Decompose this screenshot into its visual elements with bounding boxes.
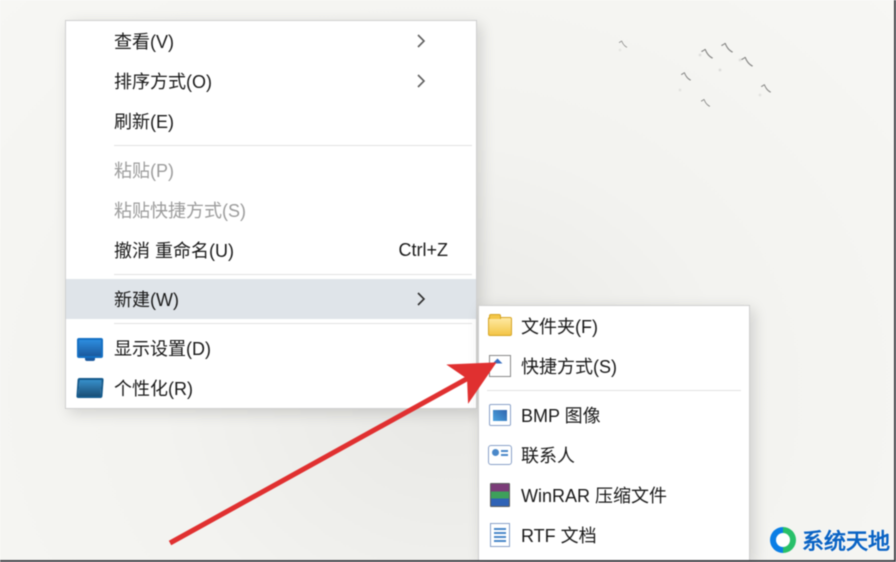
bird-decoration: ㄟ — [699, 43, 715, 64]
menu-personalize[interactable]: 个性化(R) — [66, 368, 476, 408]
chevron-right-icon — [416, 34, 476, 48]
menu-paste-label: 粘贴(P) — [114, 157, 416, 183]
menu-undo-shortcut: Ctrl+Z — [399, 240, 477, 261]
menu-new-label: 新建(W) — [114, 286, 416, 312]
submenu-rtf-label: RTF 文档 — [521, 522, 749, 548]
menu-undo-rename-label: 撤消 重命名(U) — [114, 237, 399, 263]
menu-paste-shortcut-label: 粘贴快捷方式(S) — [114, 197, 416, 223]
bird-decoration: ㄟ — [679, 68, 692, 86]
submenu-shortcut-label: 快捷方式(S) — [521, 353, 749, 379]
personalize-icon — [76, 378, 103, 398]
contact-card-icon — [488, 445, 512, 465]
bird-decoration: ㄟ — [617, 36, 628, 52]
watermark-text: 系统天地 — [802, 524, 890, 556]
menu-paste-shortcut: 粘贴快捷方式(S) — [66, 190, 476, 230]
submenu-folder[interactable]: 文件夹(F) — [479, 306, 749, 346]
menu-separator — [487, 390, 741, 391]
watermark: 系统天地 — [770, 524, 890, 556]
bird-decoration: ㄟ — [699, 95, 711, 112]
submenu-rtf[interactable]: RTF 文档 — [479, 515, 749, 555]
menu-personalize-label: 个性化(R) — [114, 375, 416, 401]
chevron-right-icon — [416, 74, 476, 88]
bird-decoration: ㄟ — [739, 51, 755, 72]
menu-refresh-label: 刷新(E) — [114, 108, 416, 134]
chevron-right-icon — [416, 292, 476, 306]
monitor-icon — [77, 338, 103, 358]
menu-separator — [114, 274, 472, 275]
menu-paste: 粘贴(P) — [66, 150, 476, 190]
document-icon — [490, 523, 510, 547]
shortcut-icon — [489, 355, 511, 377]
desktop-background[interactable]: ㄟ ㄟ ㄟ ㄟ ㄟ ㄟ ㄟ 查看(V) 排序方式(O) 刷新(E) 粘贴 — [0, 0, 896, 562]
archive-icon — [490, 483, 510, 507]
menu-display-settings[interactable]: 显示设置(D) — [66, 328, 476, 368]
menu-sort-by[interactable]: 排序方式(O) — [66, 61, 476, 101]
folder-icon — [488, 317, 512, 336]
submenu-folder-label: 文件夹(F) — [521, 313, 749, 339]
submenu-shortcut[interactable]: 快捷方式(S) — [479, 346, 749, 386]
submenu-winrar-label: WinRAR 压缩文件 — [521, 482, 749, 508]
menu-display-settings-label: 显示设置(D) — [114, 335, 416, 361]
bird-decoration: ㄟ — [759, 80, 772, 98]
menu-refresh[interactable]: 刷新(E) — [66, 101, 476, 141]
image-file-icon — [489, 404, 511, 426]
menu-view-label: 查看(V) — [114, 28, 416, 54]
menu-view[interactable]: 查看(V) — [66, 21, 476, 61]
new-submenu: 文件夹(F) 快捷方式(S) BMP 图像 联系人 WinRAR 压缩文件 RT… — [478, 305, 750, 562]
menu-separator — [114, 145, 472, 146]
menu-new[interactable]: 新建(W) — [66, 279, 476, 319]
menu-separator — [114, 323, 472, 324]
watermark-logo-icon — [770, 527, 796, 553]
menu-undo-rename[interactable]: 撤消 重命名(U) Ctrl+Z — [66, 230, 476, 270]
bird-decoration: ㄟ — [719, 37, 735, 58]
submenu-bmp-label: BMP 图像 — [521, 402, 749, 428]
menu-sort-by-label: 排序方式(O) — [114, 68, 416, 94]
desktop-context-menu: 查看(V) 排序方式(O) 刷新(E) 粘贴(P) 粘贴快捷方式(S) — [65, 20, 477, 409]
submenu-contact[interactable]: 联系人 — [479, 435, 749, 475]
submenu-contact-label: 联系人 — [521, 442, 749, 468]
submenu-bmp[interactable]: BMP 图像 — [479, 395, 749, 435]
submenu-winrar[interactable]: WinRAR 压缩文件 — [479, 475, 749, 515]
